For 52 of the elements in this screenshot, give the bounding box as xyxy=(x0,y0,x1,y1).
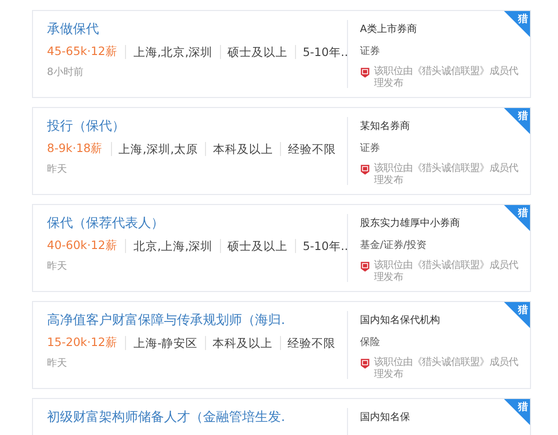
corner-badge: 猎 xyxy=(504,108,530,134)
job-tag: 本科及以上 xyxy=(204,336,280,350)
shield-icon xyxy=(360,260,370,273)
shield-icon xyxy=(360,66,370,79)
job-card[interactable]: 初级财富架构师储备人才（金融管培生发. 国内知名保 猎 xyxy=(32,398,531,435)
job-tag: 上海-静安区 xyxy=(125,336,205,350)
job-tag: 5-10年.. xyxy=(294,238,356,252)
salary: 8-9k·18薪 xyxy=(47,141,104,156)
post-time: 8小时前 xyxy=(47,66,84,79)
industry: 基金/证券/投资 xyxy=(360,238,428,252)
job-title[interactable]: 初级财富架构师储备人才（金融管培生发. xyxy=(47,408,347,426)
corner-badge: 猎 xyxy=(504,11,530,37)
industry: 证券 xyxy=(360,44,381,58)
corner-badge: 猎 xyxy=(504,399,530,425)
post-time: 昨天 xyxy=(47,260,68,273)
company-name: 国内知名保 xyxy=(360,410,411,424)
salary: 45-65k·12薪 xyxy=(47,44,118,59)
shield-icon xyxy=(360,357,370,370)
job-card[interactable]: 投行（保代） 8-9k·18薪 上海,深圳,太原 本科及以上 经验不限 昨天 某知名券商 证券 该职位由《猎头诚信联盟》成员代理发布 猎 xyxy=(32,107,531,195)
job-title[interactable]: 承做保代 xyxy=(47,20,347,38)
agency-notice: 该职位由《猎头诚信联盟》成员代理发布 xyxy=(374,163,520,187)
job-tag: 北京,上海,深圳 xyxy=(125,238,220,252)
job-title[interactable]: 投行（保代） xyxy=(47,117,347,135)
job-card[interactable]: 高净值客户财富保障与传承规划师（海归. 15-20k·12薪 上海-静安区 本科及以上 经验不限 昨天 国内知名保代机构 保险 该职位由《猎头诚信联盟》成员代理发布 猎 xyxy=(32,301,531,389)
company-name: 国内知名保代机构 xyxy=(360,314,441,327)
post-time: 昨天 xyxy=(47,163,68,176)
industry: 证券 xyxy=(360,142,381,155)
job-card[interactable]: 保代（保荐代表人） 40-60k·12薪 北京,上海,深圳 硕士及以上 5-10年.. 昨天 股东实力雄厚中小券商 基金/证券/投资 该职位由《猎头诚信联盟》成员代理发布 猎 xyxy=(32,204,531,292)
company-name: 股东实力雄厚中小券商 xyxy=(360,216,461,230)
job-tag: 经验不限 xyxy=(280,142,344,156)
job-title[interactable]: 保代（保荐代表人） xyxy=(47,214,347,232)
job-tag: 上海,北京,深圳 xyxy=(125,44,220,58)
job-tag: 上海,深圳,太原 xyxy=(110,142,206,156)
corner-badge: 猎 xyxy=(504,205,530,231)
salary: 15-20k·12薪 xyxy=(47,335,118,350)
industry: 保险 xyxy=(360,336,381,349)
job-tag: 经验不限 xyxy=(280,336,343,350)
job-tag: 硕士及以上 xyxy=(220,44,295,58)
job-card[interactable]: 承做保代 45-65k·12薪 上海,北京,深圳 硕士及以上 5-10年.. 8小时前 A类上市券商 证券 该职位由《猎头诚信联盟》成员代理发布 猎 xyxy=(32,10,531,98)
corner-badge: 猎 xyxy=(504,302,530,328)
agency-notice: 该职位由《猎头诚信联盟》成员代理发布 xyxy=(374,260,520,284)
agency-notice: 该职位由《猎头诚信联盟》成员代理发布 xyxy=(374,66,520,90)
shield-icon xyxy=(360,163,370,176)
company-name: 某知名券商 xyxy=(360,120,411,133)
salary: 40-60k·12薪 xyxy=(47,238,118,253)
job-tag: 5-10年.. xyxy=(294,44,356,58)
agency-notice: 该职位由《猎头诚信联盟》成员代理发布 xyxy=(374,357,520,381)
post-time: 昨天 xyxy=(47,357,68,370)
job-tag: 本科及以上 xyxy=(205,142,280,156)
job-tag: 硕士及以上 xyxy=(220,238,295,252)
company-name: A类上市券商 xyxy=(360,22,418,36)
job-title[interactable]: 高净值客户财富保障与传承规划师（海归. xyxy=(47,311,347,329)
